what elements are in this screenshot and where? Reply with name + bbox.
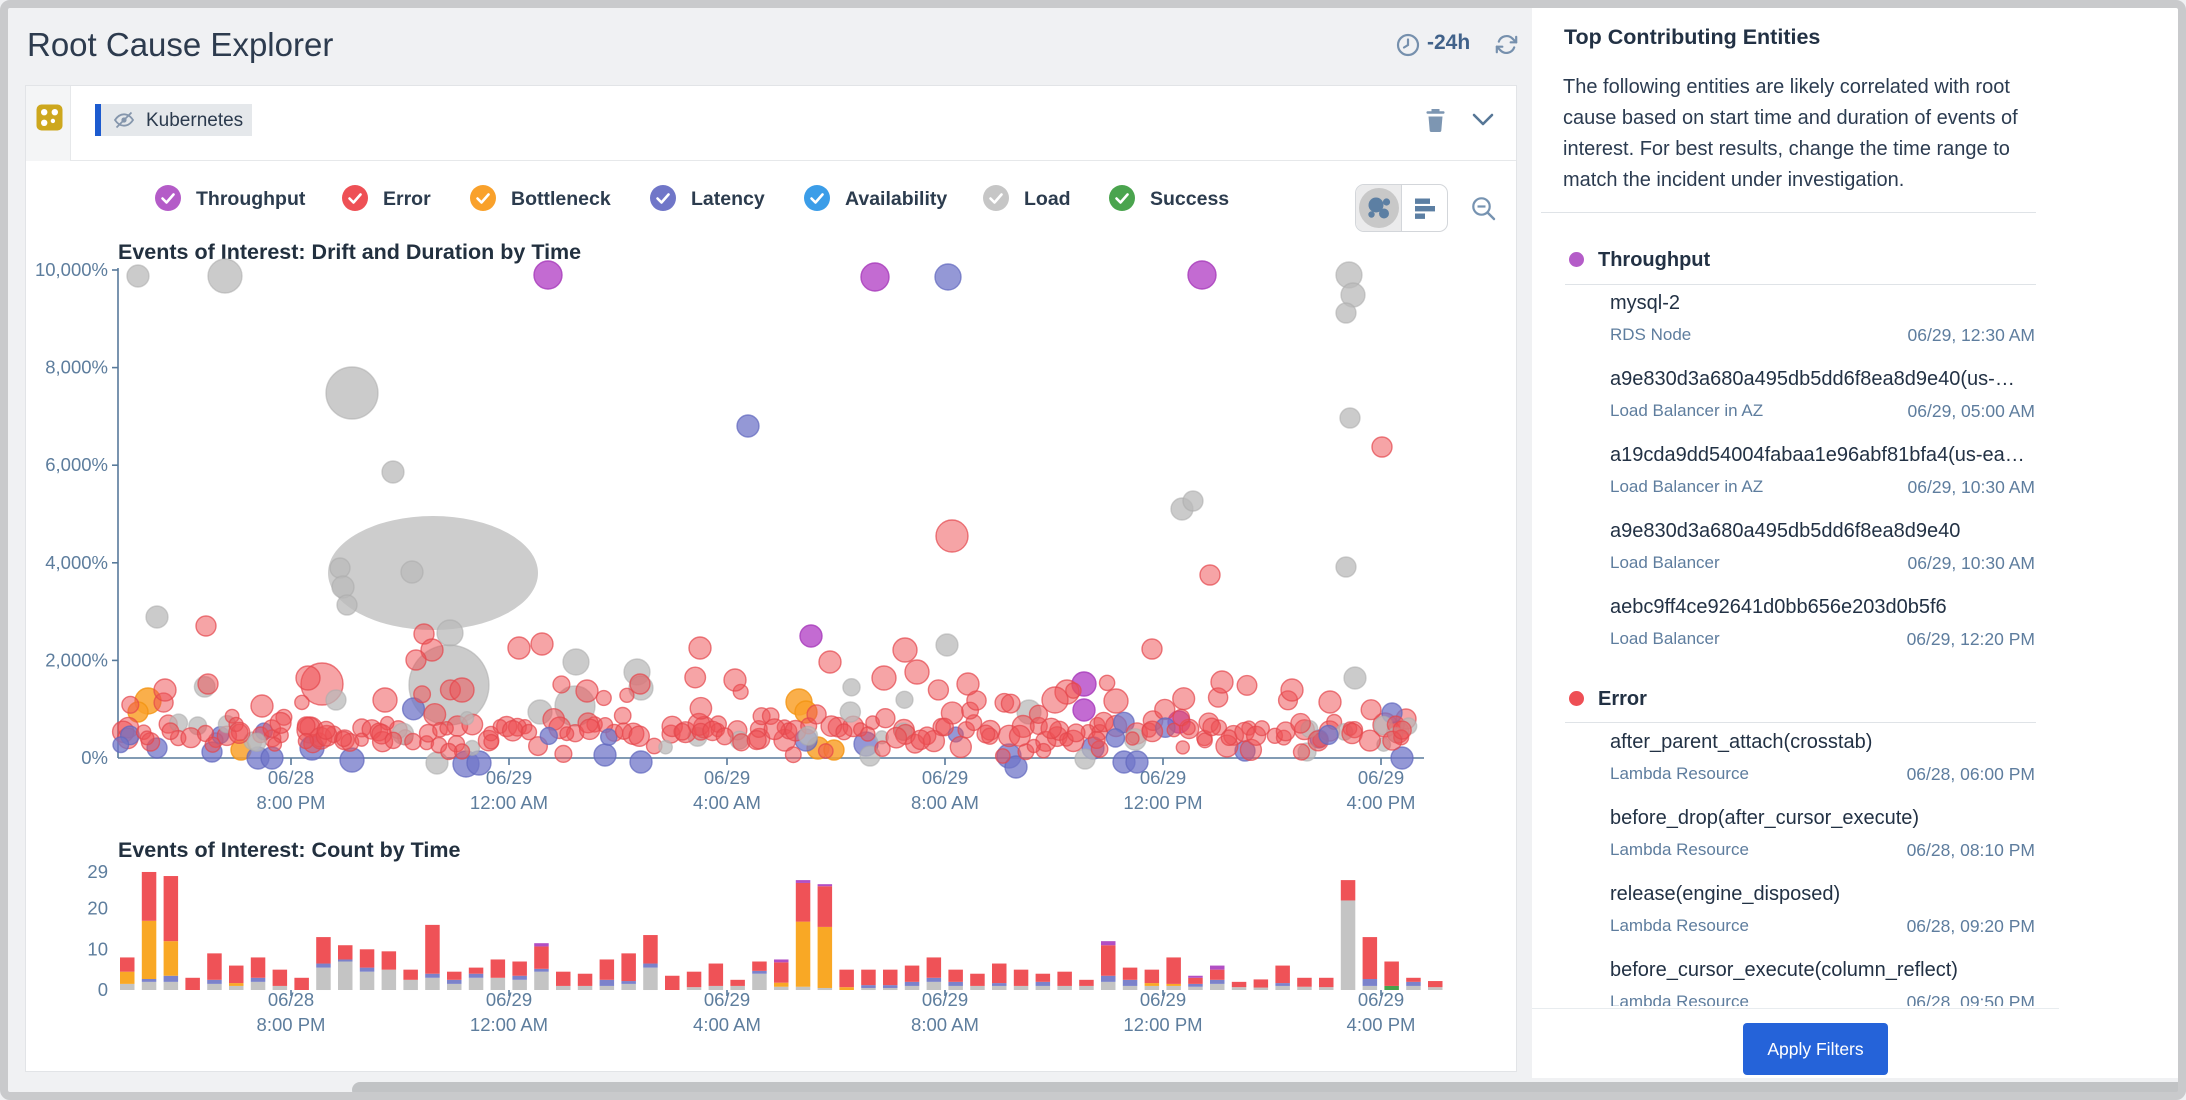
svg-text:8,000%: 8,000% [45,357,108,378]
svg-text:20: 20 [87,898,108,919]
svg-text:4:00 PM: 4:00 PM [1347,792,1416,813]
svg-text:06/29: 06/29 [1358,989,1404,1010]
svg-text:06/29: 06/29 [1358,767,1404,788]
svg-text:06/29: 06/29 [704,989,750,1010]
svg-text:10,000%: 10,000% [35,259,108,280]
svg-text:06/29: 06/29 [922,767,968,788]
svg-text:2,000%: 2,000% [45,649,108,670]
svg-text:12:00 PM: 12:00 PM [1123,792,1202,813]
svg-text:06/28: 06/28 [268,989,314,1010]
svg-text:8:00 AM: 8:00 AM [911,792,979,813]
svg-text:8:00 AM: 8:00 AM [911,1014,979,1035]
svg-text:06/29: 06/29 [704,767,750,788]
svg-text:4:00 PM: 4:00 PM [1347,1014,1416,1035]
svg-text:8:00 PM: 8:00 PM [257,792,326,813]
svg-text:0%: 0% [81,747,108,768]
svg-text:4,000%: 4,000% [45,552,108,573]
svg-text:06/29: 06/29 [486,767,532,788]
svg-text:06/29: 06/29 [922,989,968,1010]
svg-text:06/29: 06/29 [486,989,532,1010]
svg-text:12:00 AM: 12:00 AM [470,792,548,813]
svg-text:8:00 PM: 8:00 PM [257,1014,326,1035]
svg-text:29: 29 [87,861,108,882]
svg-text:4:00 AM: 4:00 AM [693,1014,761,1035]
svg-text:4:00 AM: 4:00 AM [693,792,761,813]
svg-text:06/29: 06/29 [1140,989,1186,1010]
svg-text:10: 10 [87,938,108,959]
svg-text:06/28: 06/28 [268,767,314,788]
svg-text:06/29: 06/29 [1140,767,1186,788]
svg-text:6,000%: 6,000% [45,454,108,475]
svg-text:12:00 AM: 12:00 AM [470,1014,548,1035]
svg-text:0: 0 [98,979,108,1000]
svg-text:12:00 PM: 12:00 PM [1123,1014,1202,1035]
